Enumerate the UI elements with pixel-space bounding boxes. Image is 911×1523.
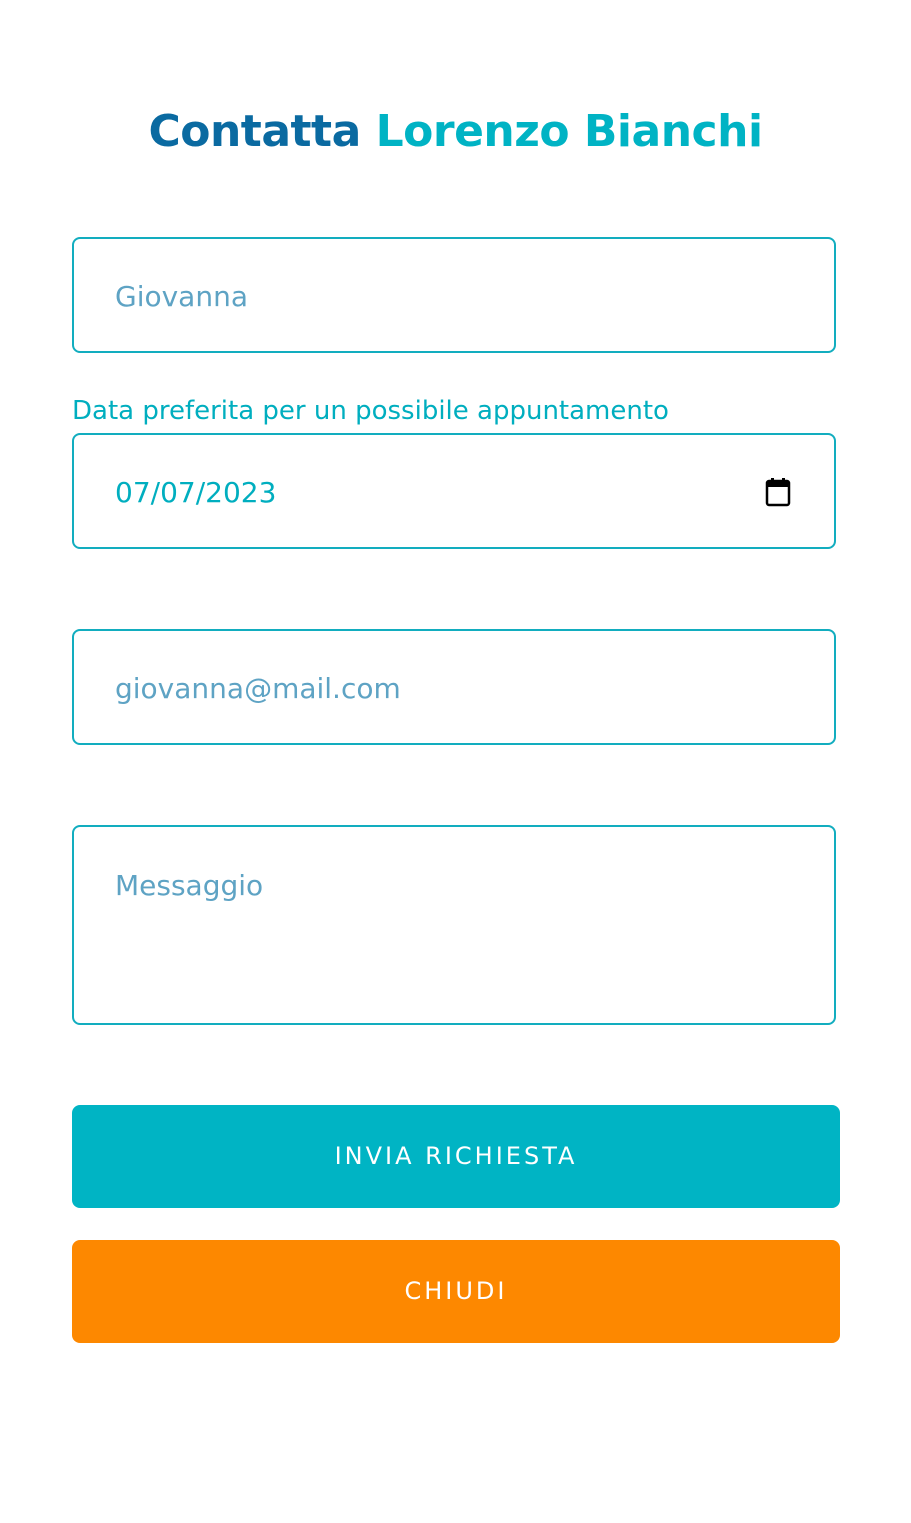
message-placeholder: Messaggio bbox=[115, 869, 264, 902]
email-field[interactable]: giovanna@mail.com bbox=[72, 629, 836, 745]
title-contact-name: Lorenzo Bianchi bbox=[375, 106, 763, 157]
date-value: 07/07/2023 bbox=[115, 476, 277, 509]
page-title: Contatta Lorenzo Bianchi bbox=[0, 100, 911, 164]
date-field[interactable]: 07/07/2023 bbox=[72, 433, 836, 549]
message-textarea[interactable]: Messaggio bbox=[72, 825, 836, 1025]
send-request-button[interactable]: INVIA RICHIESTA bbox=[72, 1105, 840, 1208]
email-placeholder: giovanna@mail.com bbox=[115, 672, 401, 705]
name-field[interactable]: Giovanna bbox=[72, 237, 836, 353]
calendar-icon[interactable] bbox=[764, 477, 792, 507]
title-prefix: Contatta bbox=[148, 106, 361, 157]
date-label: Data preferita per un possibile appuntam… bbox=[72, 396, 669, 426]
name-placeholder: Giovanna bbox=[115, 280, 248, 313]
close-button[interactable]: CHIUDI bbox=[72, 1240, 840, 1343]
